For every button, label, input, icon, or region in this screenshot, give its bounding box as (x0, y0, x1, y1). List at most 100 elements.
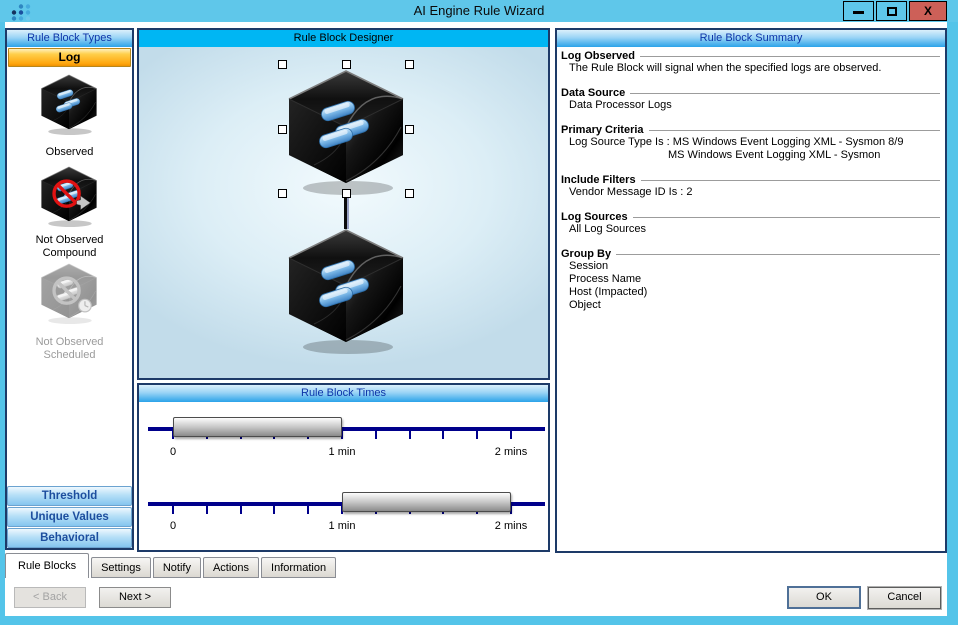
selection-handle[interactable] (342, 60, 351, 69)
tab-information[interactable]: Information (261, 557, 336, 578)
summary-section-group-by: Group BySessionProcess NameHost (Impacte… (561, 248, 940, 312)
tick-mark (510, 431, 512, 439)
summary-line: Vendor Message ID Is : 2 (561, 186, 940, 199)
summary-section-title: Primary Criteria (561, 124, 644, 136)
summary-section-title: Log Observed (561, 50, 635, 62)
ai-engine-rule-wizard-window: AI Engine Rule Wizard X Rule Block Types… (0, 0, 958, 625)
tick-mark (375, 431, 377, 439)
maximize-icon (887, 7, 897, 16)
summary-section-title: Include Filters (561, 174, 636, 186)
selection-handle[interactable] (405, 189, 414, 198)
rule-block-type-observed-label[interactable]: Observed (7, 146, 132, 159)
summary-line: All Log Sources (561, 223, 940, 236)
category-unique-values-button[interactable]: Unique Values (7, 507, 132, 527)
category-behavioral-button[interactable]: Behavioral (7, 528, 132, 548)
selection-handle[interactable] (342, 189, 351, 198)
summary-section-primary-criteria: Primary CriteriaLog Source Type Is : MS … (561, 124, 940, 162)
tick-mark (240, 506, 242, 514)
minimize-button[interactable] (843, 1, 874, 21)
time-axis-label: 1 min (329, 446, 356, 458)
rule-block-designer-header: Rule Block Designer (139, 30, 548, 47)
tick-mark (206, 506, 208, 514)
block-connector-line (344, 198, 349, 229)
summary-section-title: Log Sources (561, 211, 628, 223)
summary-section-title-row: Log Sources (561, 211, 940, 223)
ok-button[interactable]: OK (787, 586, 861, 609)
tick-mark (307, 506, 309, 514)
summary-section-title-row: Data Source (561, 87, 940, 99)
time-axis-label: 0 (170, 446, 176, 458)
summary-line: Log Source Type Is : MS Windows Event Lo… (561, 136, 940, 149)
summary-section-title-row: Log Observed (561, 50, 940, 62)
tick-mark (442, 431, 444, 439)
tick-mark (273, 506, 275, 514)
summary-section-rule (640, 56, 940, 58)
rule-block-times-panel: Rule Block Times 0 1 min 2 mins 0 1 min 2 min… (137, 383, 550, 552)
rule-block-type-not-observed-compound-label[interactable]: Not Observed Compound (7, 234, 132, 260)
rule-block-designer-panel: Rule Block Designer (137, 28, 550, 380)
designer-canvas[interactable] (139, 47, 548, 378)
cancel-button[interactable]: Cancel (868, 587, 941, 609)
time-axis-label: 2 mins (495, 520, 527, 532)
summary-section-rule (630, 93, 940, 95)
summary-section-title-row: Include Filters (561, 174, 940, 186)
summary-section-rule (616, 254, 940, 256)
wizard-tabstrip: Rule BlocksSettingsNotifyActionsInformat… (5, 553, 435, 578)
summary-section-rule (649, 130, 940, 132)
time-range-bar[interactable] (173, 417, 342, 437)
summary-line: Data Processor Logs (561, 99, 940, 112)
summary-section-title-row: Primary Criteria (561, 124, 940, 136)
selection-handle[interactable] (278, 60, 287, 69)
summary-section-title: Data Source (561, 87, 625, 99)
summary-line: Process Name (561, 273, 940, 286)
tab-actions[interactable]: Actions (203, 557, 259, 578)
tab-settings[interactable]: Settings (91, 557, 151, 578)
window-title: AI Engine Rule Wizard (0, 0, 958, 22)
next-button[interactable]: Next > (99, 587, 171, 608)
selection-handle[interactable] (278, 125, 287, 134)
summary-section-rule (641, 180, 940, 182)
tick-mark (172, 506, 174, 514)
rule-block-summary-header: Rule Block Summary (557, 30, 945, 47)
minimize-icon (853, 11, 864, 14)
rule-block-cube-1[interactable] (286, 69, 406, 199)
tab-rule-blocks[interactable]: Rule Blocks (5, 553, 89, 578)
window-border-bottom (0, 616, 958, 625)
back-button: < Back (14, 587, 86, 608)
summary-line: Session (561, 260, 940, 273)
selection-handle[interactable] (405, 60, 414, 69)
window-border-right (947, 22, 958, 617)
rule-block-times-area: 0 1 min 2 mins 0 1 min 2 mins (139, 402, 548, 550)
not-observed-compound-cube-icon[interactable] (40, 166, 98, 229)
summary-section-rule (633, 217, 940, 219)
summary-section-title-row: Group By (561, 248, 940, 260)
time-range-bar[interactable] (342, 492, 511, 512)
summary-section-log-sources: Log SourcesAll Log Sources (561, 211, 940, 236)
rule-block-types-header: Rule Block Types (7, 30, 132, 47)
summary-section-title: Group By (561, 248, 611, 260)
summary-line: Host (Impacted) (561, 286, 940, 299)
time-axis-label: 0 (170, 520, 176, 532)
close-button[interactable]: X (909, 1, 947, 21)
tick-mark (409, 431, 411, 439)
summary-section-data-source: Data SourceData Processor Logs (561, 87, 940, 112)
tab-notify[interactable]: Notify (153, 557, 201, 578)
category-threshold-button[interactable]: Threshold (7, 486, 132, 506)
not-observed-scheduled-cube-icon (40, 263, 98, 326)
rule-block-summary-content: Log ObservedThe Rule Block will signal w… (557, 47, 945, 551)
rule-block-times-header: Rule Block Times (139, 385, 548, 402)
rule-block-cube-2[interactable] (286, 228, 406, 358)
close-icon: X (924, 4, 932, 18)
rule-block-types-panel: Rule Block Types Log Observed Not Observ… (5, 28, 134, 550)
maximize-button[interactable] (876, 1, 907, 21)
summary-line: Object (561, 299, 940, 312)
time-axis-label: 1 min (329, 520, 356, 532)
rule-block-summary-panel: Rule Block Summary Log ObservedThe Rule … (555, 28, 947, 553)
selection-handle[interactable] (405, 125, 414, 134)
time-axis-label: 2 mins (495, 446, 527, 458)
rule-block-type-not-observed-scheduled-label: Not Observed Scheduled (7, 336, 132, 362)
summary-line: The Rule Block will signal when the spec… (561, 62, 940, 75)
category-log-button[interactable]: Log (8, 48, 131, 67)
selection-handle[interactable] (278, 189, 287, 198)
log-observed-cube-icon[interactable] (40, 74, 98, 137)
